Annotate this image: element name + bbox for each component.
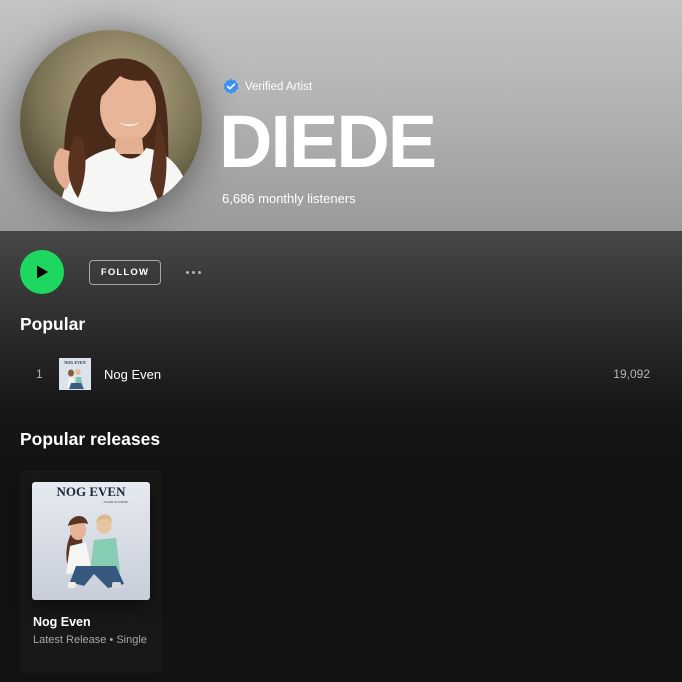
popular-releases-section-title: Popular releases xyxy=(20,429,161,449)
verified-artist-label: Verified Artist xyxy=(245,81,313,93)
play-icon xyxy=(37,265,48,279)
follow-button[interactable]: FOLLOW xyxy=(89,260,161,285)
release-card[interactable]: NOG EVEN NOOR & DIEDE Nog Even Latest Re… xyxy=(20,470,162,673)
monthly-listeners: 6,686 monthly listeners xyxy=(222,191,356,206)
artist-avatar xyxy=(20,30,202,212)
release-cover-subtitle: NOOR & DIEDE xyxy=(104,500,129,504)
release-title: Nog Even xyxy=(33,615,91,629)
verified-artist-badge: Verified Artist xyxy=(222,78,312,96)
artist-name: DIEDE xyxy=(219,100,437,183)
release-cover-title: NOG EVEN xyxy=(57,484,127,499)
verified-badge-icon xyxy=(222,78,240,96)
track-row[interactable]: 1 NOG EVEN Nog Even 19,092 xyxy=(20,356,662,392)
track-title: Nog Even xyxy=(104,367,162,382)
track-thumbnail-text: NOG EVEN xyxy=(64,360,85,365)
track-play-count: 19,092 xyxy=(613,367,650,381)
more-options-icon xyxy=(191,270,195,274)
popular-section-title: Popular xyxy=(20,314,86,334)
more-options-icon xyxy=(185,270,189,274)
more-options-button[interactable] xyxy=(178,262,208,282)
track-thumbnail: NOG EVEN xyxy=(59,358,91,390)
play-button[interactable] xyxy=(20,250,64,294)
release-cover: NOG EVEN NOOR & DIEDE xyxy=(32,482,150,600)
more-options-icon xyxy=(197,270,201,274)
release-subtitle: Latest Release • Single xyxy=(33,634,147,646)
track-rank: 1 xyxy=(36,367,43,381)
